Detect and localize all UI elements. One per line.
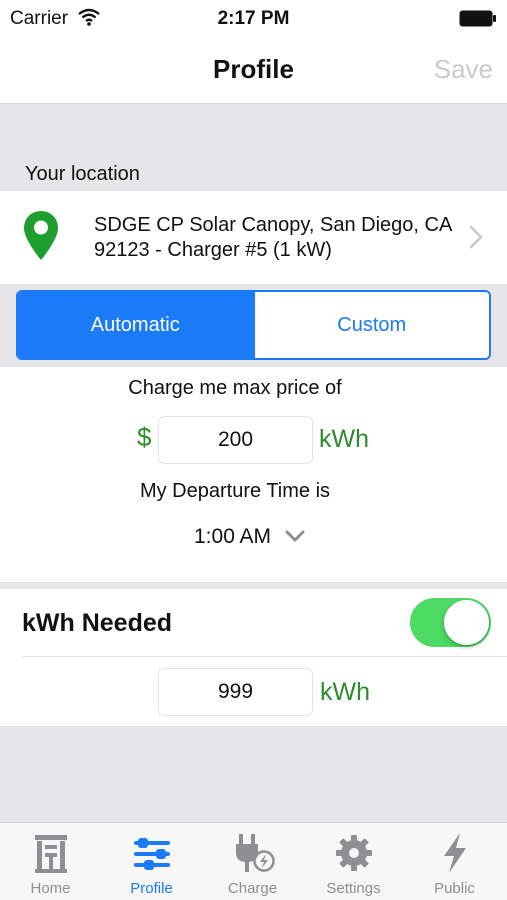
tab-label: Public: [434, 880, 475, 897]
location-pin-icon: [22, 209, 60, 268]
tab-home[interactable]: Home: [0, 823, 101, 900]
location-section-label: Your location: [25, 163, 140, 185]
kwh-needed-toggle[interactable]: [410, 598, 491, 647]
location-name: SDGE CP Solar Canopy, San Diego, CA 9212…: [94, 214, 452, 261]
save-button[interactable]: Save: [434, 54, 493, 85]
max-price-input[interactable]: 200: [158, 416, 313, 464]
divider: [22, 656, 507, 657]
status-bar: Carrier 2:17 PM: [0, 0, 507, 38]
mode-segmented-control: Automatic Custom: [16, 290, 491, 360]
location-row[interactable]: SDGE CP Solar Canopy, San Diego, CA 9212…: [0, 191, 507, 284]
kwh-needed-title: kWh Needed: [22, 609, 173, 637]
currency-symbol: $: [137, 422, 152, 452]
segment-automatic[interactable]: Automatic: [18, 292, 253, 358]
navigation-bar: Profile Save: [0, 38, 507, 104]
page-title: Profile: [213, 54, 294, 84]
tab-charge[interactable]: Charge: [202, 823, 303, 900]
departure-time-label: My Departure Time is: [139, 480, 331, 502]
price-unit-label: kWh: [319, 425, 369, 453]
tab-bar: Home Profile Charge Settings Public: [0, 822, 507, 900]
plug-icon: [231, 831, 275, 875]
segment-custom[interactable]: Custom: [252, 292, 489, 358]
kwh-unit-label: kWh: [320, 678, 370, 706]
charge-settings-panel: Charge me max price of $ 200 kWh My Depa…: [0, 367, 507, 582]
tab-label: Home: [30, 880, 71, 897]
tab-label: Profile: [130, 880, 173, 897]
kwh-needed-input[interactable]: 999: [158, 668, 313, 716]
tab-profile[interactable]: Profile: [101, 823, 202, 900]
kwh-needed-panel: kWh Needed 999 kWh: [0, 589, 507, 726]
gear-icon: [332, 831, 376, 875]
tab-settings[interactable]: Settings: [303, 823, 404, 900]
lightning-icon: [433, 831, 477, 875]
status-time: 2:17 PM: [217, 8, 290, 29]
battery-icon: [459, 10, 497, 27]
sliders-icon: [130, 831, 174, 875]
tab-label: Settings: [326, 880, 381, 897]
tab-public[interactable]: Public: [404, 823, 505, 900]
departure-time-value[interactable]: 1:00 AM: [194, 525, 271, 549]
chevron-right-icon: [469, 225, 483, 254]
toggle-knob: [444, 600, 489, 645]
home-icon: [29, 831, 73, 875]
chevron-down-icon[interactable]: [285, 529, 305, 548]
tab-label: Charge: [227, 880, 278, 897]
max-price-label: Charge me max price of: [128, 377, 342, 399]
